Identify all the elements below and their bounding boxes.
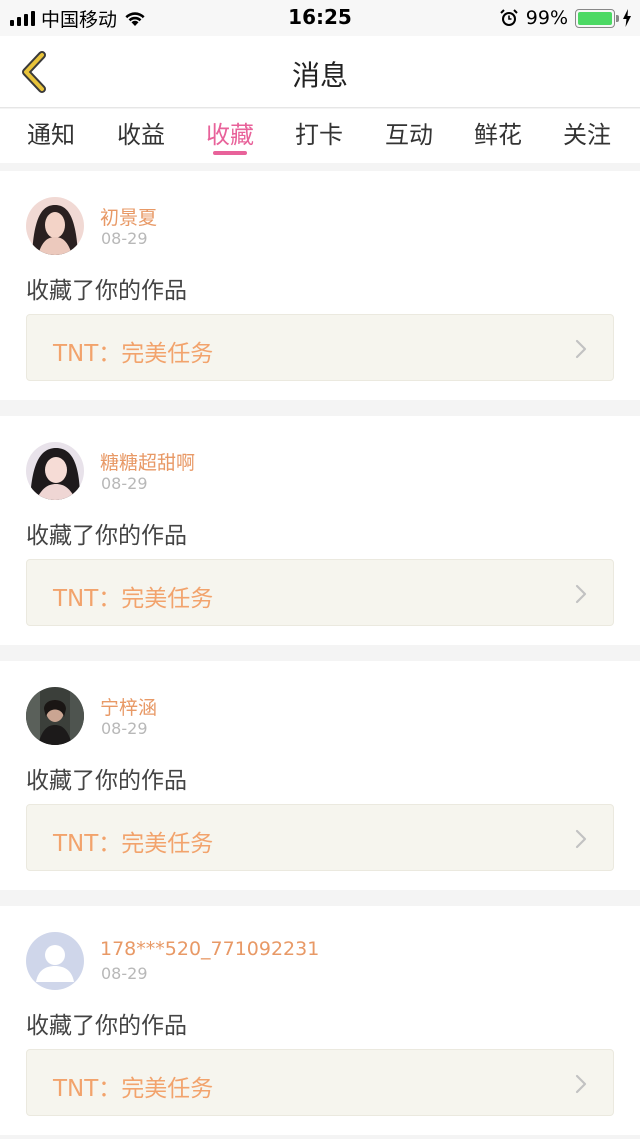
status-bar: 中国移动 16:25 99% [0,0,640,36]
chevron-right-icon [575,339,587,359]
status-right: 99% [499,6,632,30]
work-title: TNT：完美任务 [53,1076,214,1102]
tab-interaction[interactable]: 互动 [364,115,454,150]
message-action-text: 收藏了你的作品 [26,523,187,549]
alarm-icon [500,9,518,26]
work-title: TNT：完美任务 [53,586,214,612]
tab-notifications[interactable]: 通知 [6,115,96,150]
message-date: 08-29 [101,474,148,493]
message-action-text: 收藏了你的作品 [26,768,187,794]
message-card: 178***520_771092231 08-29 收藏了你的作品 TNT：完美… [0,906,640,1135]
tab-checkin[interactable]: 打卡 [274,115,364,150]
work-link[interactable]: TNT：完美任务 [26,804,614,871]
work-title: TNT：完美任务 [53,341,214,367]
work-link[interactable]: TNT：完美任务 [26,1049,614,1116]
tab-favorites[interactable]: 收藏 [185,115,275,150]
user-avatar[interactable] [26,687,84,745]
work-link[interactable]: TNT：完美任务 [26,559,614,626]
chevron-right-icon [575,584,587,604]
nav-bar: 消息 [0,36,640,108]
message-username[interactable]: 糖糖超甜啊 [100,448,195,475]
user-avatar[interactable] [26,197,84,255]
message-action-text: 收藏了你的作品 [26,1013,187,1039]
tab-earnings[interactable]: 收益 [96,115,186,150]
message-date: 08-29 [101,719,148,738]
message-username[interactable]: 宁梓涵 [100,693,157,720]
message-card: 初景夏 08-29 收藏了你的作品 TNT：完美任务 [0,171,640,400]
message-username[interactable]: 178***520_771092231 [100,938,319,960]
message-action-text: 收藏了你的作品 [26,278,187,304]
chevron-right-icon [575,1074,587,1094]
message-card: 糖糖超甜啊 08-29 收藏了你的作品 TNT：完美任务 [0,416,640,645]
tab-following[interactable]: 关注 [542,115,632,150]
message-card: 宁梓涵 08-29 收藏了你的作品 TNT：完美任务 [0,661,640,890]
charging-icon [623,9,631,27]
user-avatar[interactable] [26,442,84,500]
battery-percent: 99% [525,7,568,29]
default-avatar-icon[interactable] [26,932,84,990]
page-title: 消息 [291,59,348,92]
work-link[interactable]: TNT：完美任务 [26,314,614,381]
battery-icon [575,8,619,28]
message-username[interactable]: 初景夏 [100,203,157,230]
message-date: 08-29 [101,229,148,248]
chevron-right-icon [575,829,587,849]
tab-flowers[interactable]: 鲜花 [453,115,543,150]
tab-bar: 通知 收益 收藏 打卡 互动 鲜花 关注 [0,109,640,163]
work-title: TNT：完美任务 [53,831,214,857]
message-date: 08-29 [101,964,148,983]
active-tab-indicator [213,151,247,155]
